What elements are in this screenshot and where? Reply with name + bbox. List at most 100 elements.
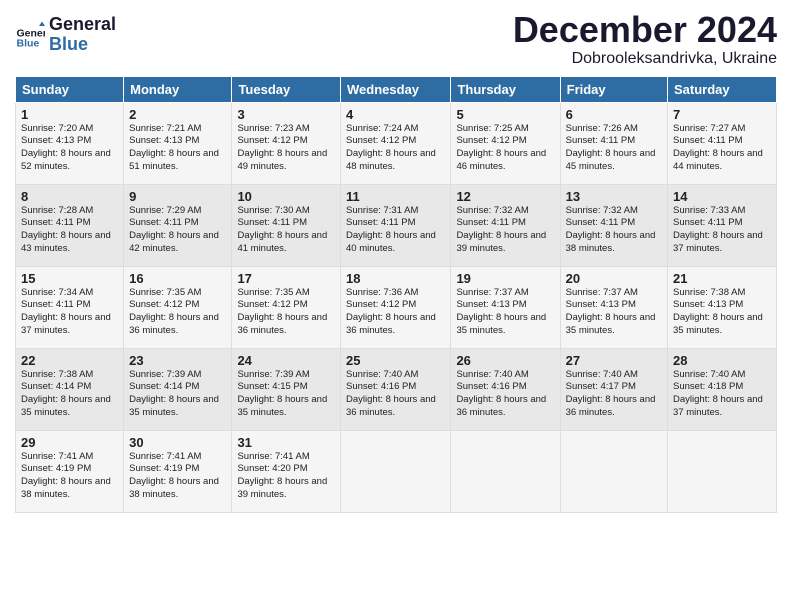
day-info: Sunrise: 7:32 AM Sunset: 4:11 PM Dayligh…: [456, 205, 554, 256]
table-row: 25Sunrise: 7:40 AM Sunset: 4:16 PM Dayli…: [341, 348, 451, 430]
day-info: Sunrise: 7:32 AM Sunset: 4:11 PM Dayligh…: [566, 205, 662, 256]
day-number: 6: [566, 107, 662, 122]
day-info: Sunrise: 7:35 AM Sunset: 4:12 PM Dayligh…: [129, 287, 226, 338]
logo-text-general: General: [49, 15, 116, 35]
table-row: 12Sunrise: 7:32 AM Sunset: 4:11 PM Dayli…: [451, 184, 560, 266]
day-number: 19: [456, 271, 554, 286]
day-number: 9: [129, 189, 226, 204]
table-row: 1Sunrise: 7:20 AM Sunset: 4:13 PM Daylig…: [16, 102, 124, 184]
day-number: 26: [456, 353, 554, 368]
day-number: 30: [129, 435, 226, 450]
table-row: 5Sunrise: 7:25 AM Sunset: 4:12 PM Daylig…: [451, 102, 560, 184]
table-row: 21Sunrise: 7:38 AM Sunset: 4:13 PM Dayli…: [668, 266, 777, 348]
day-number: 25: [346, 353, 445, 368]
day-number: 31: [237, 435, 335, 450]
header: General Blue General Blue December 2024 …: [15, 10, 777, 68]
table-row: 4Sunrise: 7:24 AM Sunset: 4:12 PM Daylig…: [341, 102, 451, 184]
table-row: [451, 430, 560, 512]
table-row: 7Sunrise: 7:27 AM Sunset: 4:11 PM Daylig…: [668, 102, 777, 184]
day-info: Sunrise: 7:35 AM Sunset: 4:12 PM Dayligh…: [237, 287, 335, 338]
table-row: [668, 430, 777, 512]
svg-text:Blue: Blue: [17, 37, 40, 49]
day-info: Sunrise: 7:40 AM Sunset: 4:17 PM Dayligh…: [566, 369, 662, 420]
day-number: 21: [673, 271, 771, 286]
day-info: Sunrise: 7:37 AM Sunset: 4:13 PM Dayligh…: [566, 287, 662, 338]
col-wednesday: Wednesday: [341, 76, 451, 102]
table-row: 15Sunrise: 7:34 AM Sunset: 4:11 PM Dayli…: [16, 266, 124, 348]
table-row: 20Sunrise: 7:37 AM Sunset: 4:13 PM Dayli…: [560, 266, 667, 348]
calendar-week-row: 1Sunrise: 7:20 AM Sunset: 4:13 PM Daylig…: [16, 102, 777, 184]
col-thursday: Thursday: [451, 76, 560, 102]
day-number: 1: [21, 107, 118, 122]
table-row: 19Sunrise: 7:37 AM Sunset: 4:13 PM Dayli…: [451, 266, 560, 348]
calendar-week-row: 22Sunrise: 7:38 AM Sunset: 4:14 PM Dayli…: [16, 348, 777, 430]
calendar-week-row: 8Sunrise: 7:28 AM Sunset: 4:11 PM Daylig…: [16, 184, 777, 266]
day-info: Sunrise: 7:30 AM Sunset: 4:11 PM Dayligh…: [237, 205, 335, 256]
day-number: 17: [237, 271, 335, 286]
table-row: 8Sunrise: 7:28 AM Sunset: 4:11 PM Daylig…: [16, 184, 124, 266]
day-info: Sunrise: 7:31 AM Sunset: 4:11 PM Dayligh…: [346, 205, 445, 256]
day-info: Sunrise: 7:40 AM Sunset: 4:18 PM Dayligh…: [673, 369, 771, 420]
table-row: 6Sunrise: 7:26 AM Sunset: 4:11 PM Daylig…: [560, 102, 667, 184]
calendar-container: General Blue General Blue December 2024 …: [0, 0, 792, 523]
day-info: Sunrise: 7:29 AM Sunset: 4:11 PM Dayligh…: [129, 205, 226, 256]
day-number: 15: [21, 271, 118, 286]
table-row: 30Sunrise: 7:41 AM Sunset: 4:19 PM Dayli…: [124, 430, 232, 512]
day-info: Sunrise: 7:41 AM Sunset: 4:20 PM Dayligh…: [237, 451, 335, 502]
table-row: [341, 430, 451, 512]
day-number: 22: [21, 353, 118, 368]
logo: General Blue General Blue: [15, 15, 116, 55]
day-number: 8: [21, 189, 118, 204]
day-number: 20: [566, 271, 662, 286]
day-info: Sunrise: 7:23 AM Sunset: 4:12 PM Dayligh…: [237, 123, 335, 174]
day-number: 11: [346, 189, 445, 204]
col-monday: Monday: [124, 76, 232, 102]
day-info: Sunrise: 7:21 AM Sunset: 4:13 PM Dayligh…: [129, 123, 226, 174]
day-number: 4: [346, 107, 445, 122]
table-row: 22Sunrise: 7:38 AM Sunset: 4:14 PM Dayli…: [16, 348, 124, 430]
day-number: 10: [237, 189, 335, 204]
day-info: Sunrise: 7:33 AM Sunset: 4:11 PM Dayligh…: [673, 205, 771, 256]
table-row: 27Sunrise: 7:40 AM Sunset: 4:17 PM Dayli…: [560, 348, 667, 430]
day-info: Sunrise: 7:20 AM Sunset: 4:13 PM Dayligh…: [21, 123, 118, 174]
day-info: Sunrise: 7:38 AM Sunset: 4:13 PM Dayligh…: [673, 287, 771, 338]
table-row: 11Sunrise: 7:31 AM Sunset: 4:11 PM Dayli…: [341, 184, 451, 266]
day-number: 2: [129, 107, 226, 122]
table-row: 3Sunrise: 7:23 AM Sunset: 4:12 PM Daylig…: [232, 102, 341, 184]
calendar-table: Sunday Monday Tuesday Wednesday Thursday…: [15, 76, 777, 513]
month-title: December 2024: [513, 10, 777, 50]
day-info: Sunrise: 7:41 AM Sunset: 4:19 PM Dayligh…: [21, 451, 118, 502]
calendar-week-row: 15Sunrise: 7:34 AM Sunset: 4:11 PM Dayli…: [16, 266, 777, 348]
day-number: 7: [673, 107, 771, 122]
day-info: Sunrise: 7:40 AM Sunset: 4:16 PM Dayligh…: [346, 369, 445, 420]
table-row: 17Sunrise: 7:35 AM Sunset: 4:12 PM Dayli…: [232, 266, 341, 348]
table-row: 18Sunrise: 7:36 AM Sunset: 4:12 PM Dayli…: [341, 266, 451, 348]
day-info: Sunrise: 7:24 AM Sunset: 4:12 PM Dayligh…: [346, 123, 445, 174]
day-number: 13: [566, 189, 662, 204]
day-info: Sunrise: 7:25 AM Sunset: 4:12 PM Dayligh…: [456, 123, 554, 174]
day-info: Sunrise: 7:39 AM Sunset: 4:15 PM Dayligh…: [237, 369, 335, 420]
day-number: 29: [21, 435, 118, 450]
day-number: 27: [566, 353, 662, 368]
day-info: Sunrise: 7:40 AM Sunset: 4:16 PM Dayligh…: [456, 369, 554, 420]
table-row: 10Sunrise: 7:30 AM Sunset: 4:11 PM Dayli…: [232, 184, 341, 266]
day-info: Sunrise: 7:34 AM Sunset: 4:11 PM Dayligh…: [21, 287, 118, 338]
day-info: Sunrise: 7:37 AM Sunset: 4:13 PM Dayligh…: [456, 287, 554, 338]
day-number: 18: [346, 271, 445, 286]
table-row: 24Sunrise: 7:39 AM Sunset: 4:15 PM Dayli…: [232, 348, 341, 430]
day-info: Sunrise: 7:41 AM Sunset: 4:19 PM Dayligh…: [129, 451, 226, 502]
table-row: 26Sunrise: 7:40 AM Sunset: 4:16 PM Dayli…: [451, 348, 560, 430]
logo-text-blue: Blue: [49, 35, 116, 55]
table-row: 13Sunrise: 7:32 AM Sunset: 4:11 PM Dayli…: [560, 184, 667, 266]
table-row: 29Sunrise: 7:41 AM Sunset: 4:19 PM Dayli…: [16, 430, 124, 512]
day-info: Sunrise: 7:38 AM Sunset: 4:14 PM Dayligh…: [21, 369, 118, 420]
day-info: Sunrise: 7:36 AM Sunset: 4:12 PM Dayligh…: [346, 287, 445, 338]
table-row: [560, 430, 667, 512]
table-row: 28Sunrise: 7:40 AM Sunset: 4:18 PM Dayli…: [668, 348, 777, 430]
day-number: 16: [129, 271, 226, 286]
day-number: 28: [673, 353, 771, 368]
calendar-week-row: 29Sunrise: 7:41 AM Sunset: 4:19 PM Dayli…: [16, 430, 777, 512]
day-number: 12: [456, 189, 554, 204]
table-row: 23Sunrise: 7:39 AM Sunset: 4:14 PM Dayli…: [124, 348, 232, 430]
table-row: 16Sunrise: 7:35 AM Sunset: 4:12 PM Dayli…: [124, 266, 232, 348]
